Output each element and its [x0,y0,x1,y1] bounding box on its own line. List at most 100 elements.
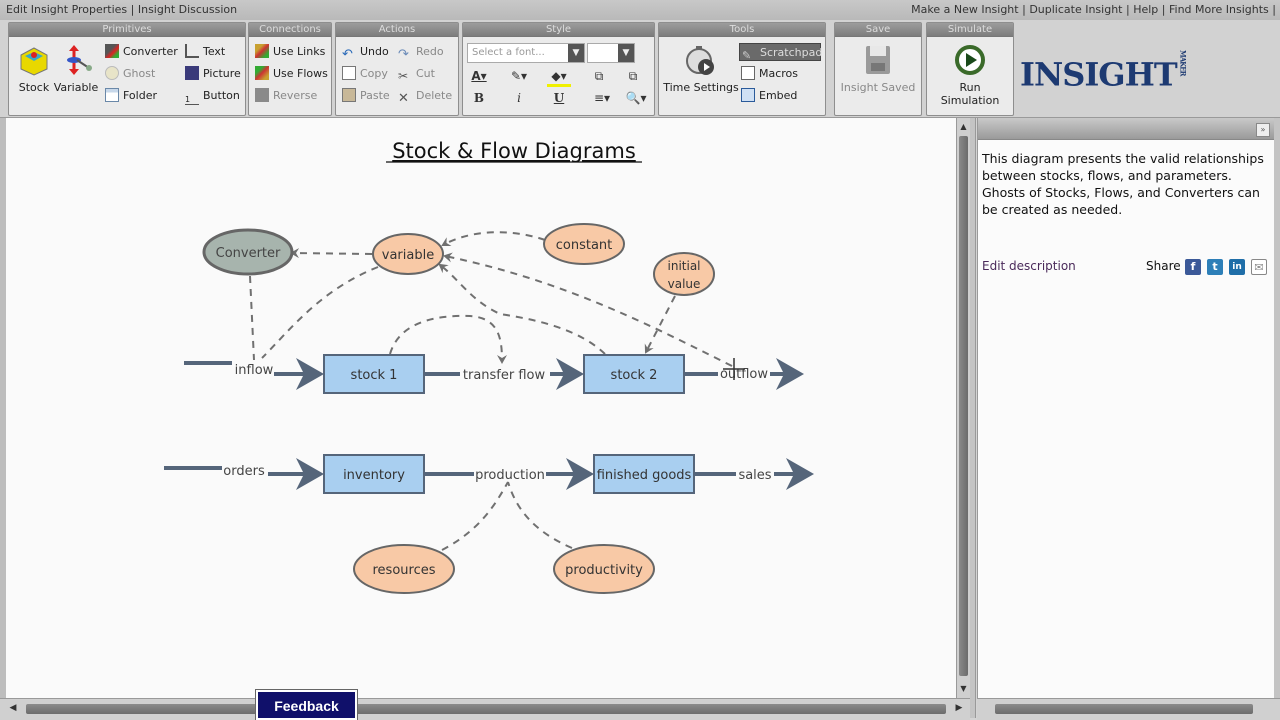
linkedin-icon[interactable]: in [1229,259,1245,275]
scroll-down-arrow-icon[interactable]: ▼ [957,682,970,696]
pencil-icon: ✎ [742,49,752,62]
stock-node[interactable]: finished goods [593,454,695,494]
send-back-button[interactable]: ⧉ [621,69,645,87]
reverse-button[interactable]: Reverse [255,87,317,105]
help-link[interactable]: Help [1133,3,1158,16]
stopwatch-icon [686,46,714,75]
panel-scroll-thumb[interactable] [995,704,1253,714]
floppy-disk-icon [866,46,890,74]
ghost-button[interactable]: Ghost [105,65,155,83]
font-select[interactable]: Select a font... ▼ [467,43,585,63]
paste-button[interactable]: Paste [342,87,390,105]
insight-description: This diagram presents the valid relation… [982,151,1264,217]
flow-label-transfer[interactable]: transfer flow [463,368,546,383]
folder-button[interactable]: Folder [105,87,157,105]
bring-front-button[interactable]: ⧉ [587,69,611,87]
stock-label: stock 1 [351,368,398,383]
save-button[interactable]: Insight Saved [837,43,919,94]
scratchpad-button[interactable]: ✎ Scratchpad [739,43,822,62]
converter-button[interactable]: Converter [105,43,178,61]
new-insight-link[interactable]: Make a New Insight [911,3,1018,16]
link-stock2-variable [438,263,606,355]
vertical-scroll-thumb[interactable] [959,136,968,676]
twitter-icon[interactable]: t [1207,259,1223,275]
zoom-button[interactable]: 🔍▾ [621,91,651,109]
variable-label: Variable [53,81,99,94]
scroll-up-arrow-icon[interactable]: ▲ [957,120,970,134]
line-color-button[interactable]: ✎▾ [507,69,531,87]
feedback-button[interactable]: Feedback [255,689,358,720]
collapse-panel-icon[interactable]: » [1256,123,1270,137]
stock-button[interactable]: Stock [11,43,57,94]
redo-button[interactable]: ↷ Redo [398,43,444,62]
panel-splitter[interactable] [970,118,976,718]
edit-description-link[interactable]: Edit description [982,259,1076,273]
facebook-icon[interactable]: f [1185,259,1201,275]
font-size-select[interactable]: ▼ [587,43,635,63]
scroll-right-arrow-icon[interactable]: ▶ [952,703,966,717]
save-group: Save Insight Saved [834,22,922,116]
save-status-label: Insight Saved [840,81,916,94]
redo-label: Redo [416,45,444,58]
chevron-down-icon: ▼ [618,44,634,62]
stock-node[interactable]: stock 2 [583,354,685,394]
horizontal-scroll-thumb[interactable] [26,704,946,714]
embed-button[interactable]: Embed [741,87,797,105]
delete-button[interactable]: ✕ Delete [398,87,452,106]
use-links-button[interactable]: Use Links [255,43,325,61]
variable-node[interactable]: variable [372,233,444,275]
bold-button[interactable]: B [467,91,491,109]
macros-button[interactable]: Macros [741,65,798,83]
button-button[interactable]: 1 Button [185,87,240,105]
stock-node[interactable]: stock 1 [323,354,425,394]
use-flows-button[interactable]: Use Flows [255,65,328,83]
insight-discussion-link[interactable]: Insight Discussion [138,3,237,16]
picture-label: Picture [203,67,241,80]
flows-icon [255,66,269,80]
reverse-label: Reverse [273,89,318,102]
scroll-left-arrow-icon[interactable]: ◀ [6,703,20,717]
link-constant-variable [441,231,546,246]
diagram-title: Stock & Flow Diagrams [392,139,636,163]
time-settings-button[interactable]: Time Settings [663,43,739,94]
flow-label-orders[interactable]: orders [223,464,265,479]
copy-button[interactable]: Copy [342,65,388,83]
fill-color-button[interactable]: ◆▾ [547,69,571,87]
align-button[interactable]: ≡▾ [587,91,617,109]
underline-button[interactable]: U [547,91,571,109]
panel-horizontal-scrollbar[interactable] [977,698,1280,720]
diagram-canvas[interactable]: Stock & Flow Diagrams inflow transfer fl… [0,118,956,698]
variable-node[interactable]: constant [543,223,625,265]
converter-node[interactable]: Converter [202,228,294,276]
variable-button[interactable]: Variable [53,43,99,94]
find-more-insights-link[interactable]: Find More Insights [1169,3,1269,16]
logo-subtext: MAKER [1178,50,1188,76]
email-icon[interactable]: ✉ [1251,259,1267,275]
text-button[interactable]: Text [185,43,225,61]
style-group-header: Style [463,23,654,37]
duplicate-insight-link[interactable]: Duplicate Insight [1029,3,1122,16]
font-color-button[interactable]: A▾ [467,69,491,87]
send-back-icon: ⧉ [628,69,638,83]
flow-label-production[interactable]: production [475,468,545,483]
italic-button[interactable]: i [507,91,531,109]
edit-insight-properties-link[interactable]: Edit Insight Properties [6,3,127,16]
picture-button[interactable]: Picture [185,65,241,83]
simulate-group-header: Simulate [927,23,1013,37]
stock-node[interactable]: inventory [323,454,425,494]
run-simulation-button[interactable]: Run Simulation [929,43,1011,107]
stock-label: finished goods [597,468,692,483]
ghost-label: Ghost [123,67,156,80]
flow-label-sales[interactable]: sales [738,468,771,483]
variable-node[interactable]: productivity [553,544,655,594]
canvas-horizontal-scrollbar[interactable]: ◀ ▶ [0,698,970,720]
undo-button[interactable]: ↶ Undo [342,43,389,62]
flow-label-inflow[interactable]: inflow [235,363,274,378]
variable-node[interactable]: resources [353,544,455,594]
variable-node[interactable]: initial value [653,252,715,296]
canvas-vertical-scrollbar[interactable]: ▲ ▼ [956,118,970,698]
text-icon [185,44,199,58]
converter-label: Converter [216,246,281,261]
button-label: Button [203,89,240,102]
cut-button[interactable]: ✂ Cut [398,65,435,83]
